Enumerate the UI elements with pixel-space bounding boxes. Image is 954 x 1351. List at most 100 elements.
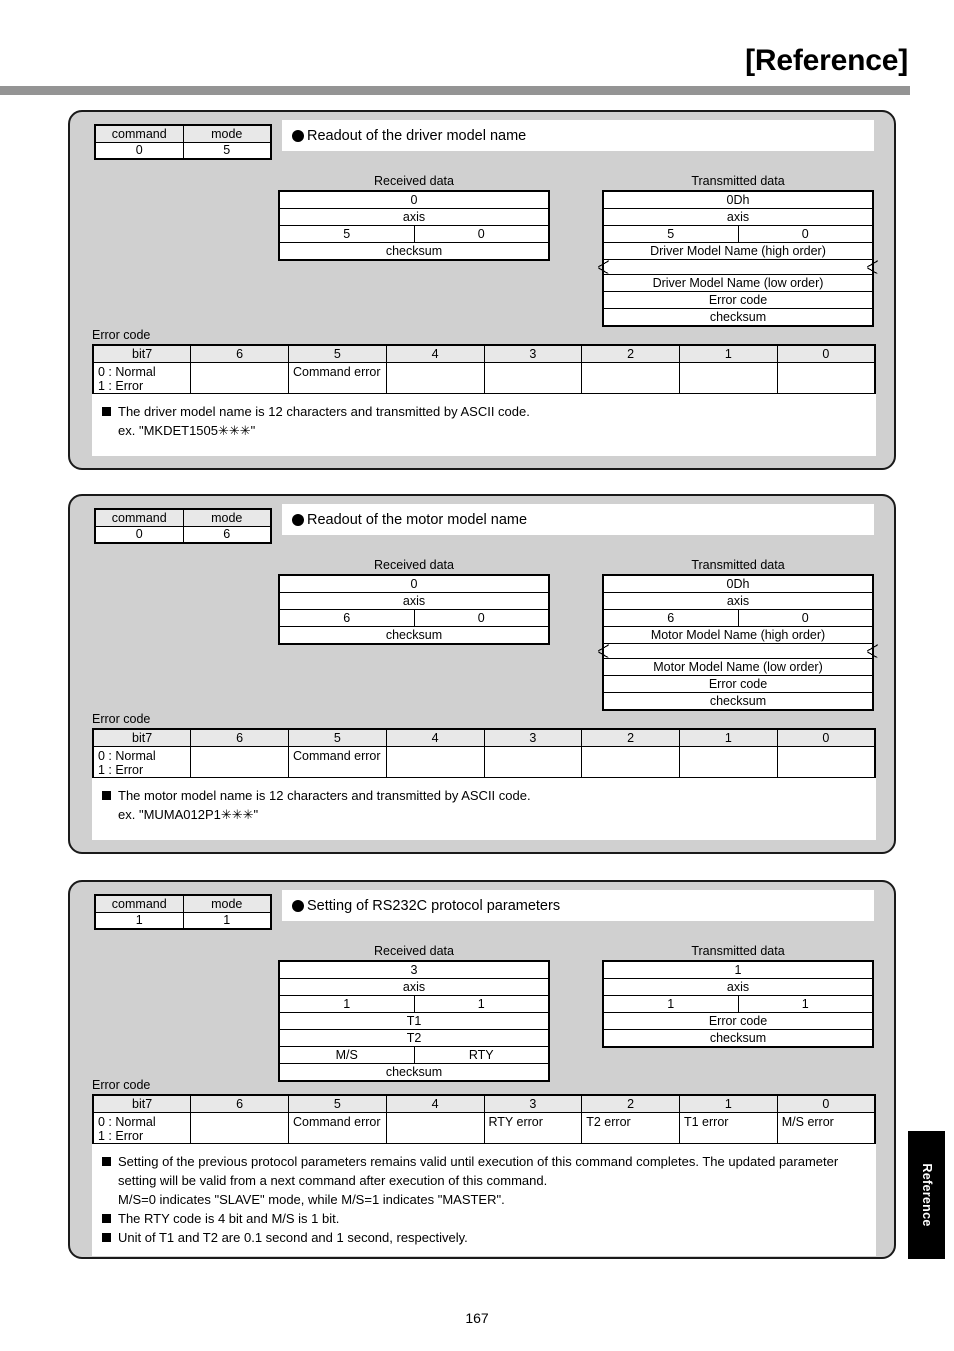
error-code-bit-header-6: 6: [190, 1094, 289, 1113]
frame-row: Error code: [602, 675, 874, 693]
side-tab-reference: Reference: [908, 1131, 945, 1259]
filled-square-icon: [102, 407, 111, 416]
note-line: Unit of T1 and T2 are 0.1 second and 1 s…: [102, 1228, 866, 1247]
frame-cell-right: 1: [737, 995, 874, 1013]
frame-cell: axis: [602, 978, 874, 996]
error-code-bit-value-4: [385, 361, 485, 394]
frame-cell: T2: [278, 1029, 550, 1047]
transmitted-data-caption: Transmitted data: [691, 174, 785, 188]
frame-cell-left: 6: [278, 609, 415, 627]
error-code-bit-value-5: Command error: [288, 745, 387, 778]
frame-cell-left: 1: [278, 995, 415, 1013]
command-mode-table: command mode 0 6: [94, 508, 272, 544]
error-code-bit-header-3: 3: [483, 1094, 583, 1113]
frame-row: T1: [278, 1012, 550, 1030]
frame-cell-right: 0: [413, 609, 550, 627]
note-text: The driver model name is 12 characters a…: [118, 404, 530, 419]
frame-row: 0: [278, 574, 550, 593]
error-code-bit-value-3: RTY error: [483, 1111, 583, 1144]
error-code-table: bit7 6 5 4 3 2 1 0 0 : Normal 1 : Error Command e…: [92, 1094, 876, 1145]
notes-block: The driver model name is 12 characters a…: [92, 394, 876, 456]
frame-cell: Error code: [602, 291, 874, 309]
frame-row: checksum: [602, 308, 874, 327]
frame-cell: axis: [278, 592, 550, 610]
panel-title: Setting of RS232C protocol parameters: [307, 897, 561, 914]
frame-row: checksum: [278, 626, 550, 645]
command-header: command: [94, 124, 184, 143]
frame-cell-right: 1: [413, 995, 550, 1013]
received-data-caption: Received data: [374, 558, 454, 572]
note-line: ex. "MUMA012P1✳✳✳": [102, 805, 866, 824]
error-code-bit-value-7: 0 : Normal 1 : Error: [92, 745, 192, 778]
frame-cell: Driver Model Name (low order): [602, 274, 874, 292]
received-data-table: 0 axis 5 0 checksum: [278, 190, 550, 261]
note-line: M/S=0 indicates "SLAVE" mode, while M/S=…: [102, 1190, 866, 1209]
error-code-bit-header-5: 5: [288, 344, 387, 363]
note-line: Setting of the previous protocol paramet…: [102, 1152, 866, 1190]
frame-row: axis: [602, 208, 874, 226]
error-code-header-row: bit7 6 5 4 3 2 1 0: [92, 1094, 876, 1113]
frame-cell-left: 5: [602, 225, 739, 243]
filled-square-icon: [102, 1214, 111, 1223]
frame-row: 3: [278, 960, 550, 979]
error-code-bit-value-3: [483, 361, 583, 394]
frame-cell: Error code: [602, 675, 874, 693]
note-text: ex. "MUMA012P1✳✳✳": [118, 807, 259, 822]
error-code-bit-value-1: [679, 361, 778, 394]
frame-cell: Driver Model Name (high order): [602, 242, 874, 260]
frame-cell: Motor Model Name (low order): [602, 658, 874, 676]
error-code-label: Error code: [92, 1078, 151, 1092]
transmitted-data-table: 0Dh axis 5 0 Driver Model Name (high order) D…: [602, 190, 874, 327]
error-code-bit-header-4: 4: [385, 728, 485, 747]
frame-row: 11: [278, 995, 550, 1013]
error-code-bit-value-3: [483, 745, 583, 778]
mode-value: 6: [182, 525, 272, 544]
error-code-legend: 0 : Normal 1 : Error: [98, 748, 156, 777]
error-code-bit-value-7: 0 : Normal 1 : Error: [92, 1111, 192, 1144]
frame-row: 60: [278, 609, 550, 627]
command-mode-header-row: command mode: [94, 124, 272, 143]
received-data-caption: Received data: [374, 944, 454, 958]
frame-row: checksum: [602, 1029, 874, 1048]
error-code-bit-header-0: 0: [776, 1094, 876, 1113]
command-value: 0: [94, 525, 184, 544]
error-code-label: Error code: [92, 712, 151, 726]
frame-cell-left: 6: [602, 609, 739, 627]
note-text: The RTY code is 4 bit and M/S is 1 bit.: [118, 1211, 340, 1226]
mode-header: mode: [182, 508, 272, 527]
frame-row: checksum: [602, 692, 874, 711]
error-code-bit-header-2: 2: [581, 728, 680, 747]
frame-cell-right: RTY: [413, 1046, 550, 1064]
error-code-bit-header-1: 1: [679, 344, 778, 363]
error-code-value-row: 0 : Normal 1 : Error Command error: [92, 361, 876, 394]
error-code-bit-value-6: [190, 361, 289, 394]
mode-value: 5: [182, 141, 272, 160]
frame-row: axis: [278, 978, 550, 996]
error-code-bit-header-0: 0: [776, 344, 876, 363]
frame-cell-right: 0: [737, 609, 874, 627]
error-code-value-row: 0 : Normal 1 : Error Command error: [92, 745, 876, 778]
transmitted-data-block: Transmitted data 0Dh axis 5 0 Driver Model Na…: [602, 174, 874, 327]
frame-cell-right: 0: [737, 225, 874, 243]
error-code-bit-header-2: 2: [581, 1094, 680, 1113]
frame-cell-left: M/S: [278, 1046, 415, 1064]
panel-title: Readout of the motor model name: [307, 511, 528, 528]
note-text: M/S=0 indicates "SLAVE" mode, while M/S=…: [118, 1192, 505, 1207]
frame-row: T2: [278, 1029, 550, 1047]
error-code-bit-value-5: Command error: [288, 361, 387, 394]
frame-cell: axis: [278, 208, 550, 226]
error-code-bit-value-7: 0 : Normal 1 : Error: [92, 361, 192, 394]
error-code-table: bit7 6 5 4 3 2 1 0 0 : Normal 1 : Error Command e…: [92, 728, 876, 779]
mode-value: 1: [182, 911, 272, 930]
frame-cell: checksum: [278, 242, 550, 261]
side-tab-label: Reference: [919, 1163, 934, 1227]
command-value: 1: [94, 911, 184, 930]
frame-row: 60: [602, 609, 874, 627]
error-code-bit-value-1: T1 error: [679, 1111, 778, 1144]
error-code-bit-value-0: [776, 361, 876, 394]
frame-cell: T1: [278, 1012, 550, 1030]
filled-circle-icon: [292, 899, 304, 912]
received-data-block: Received data 0 axis 6 0 checksum: [278, 558, 550, 645]
frame-row: Motor Model Name (low order): [602, 658, 874, 676]
frame-row: 1: [602, 960, 874, 979]
